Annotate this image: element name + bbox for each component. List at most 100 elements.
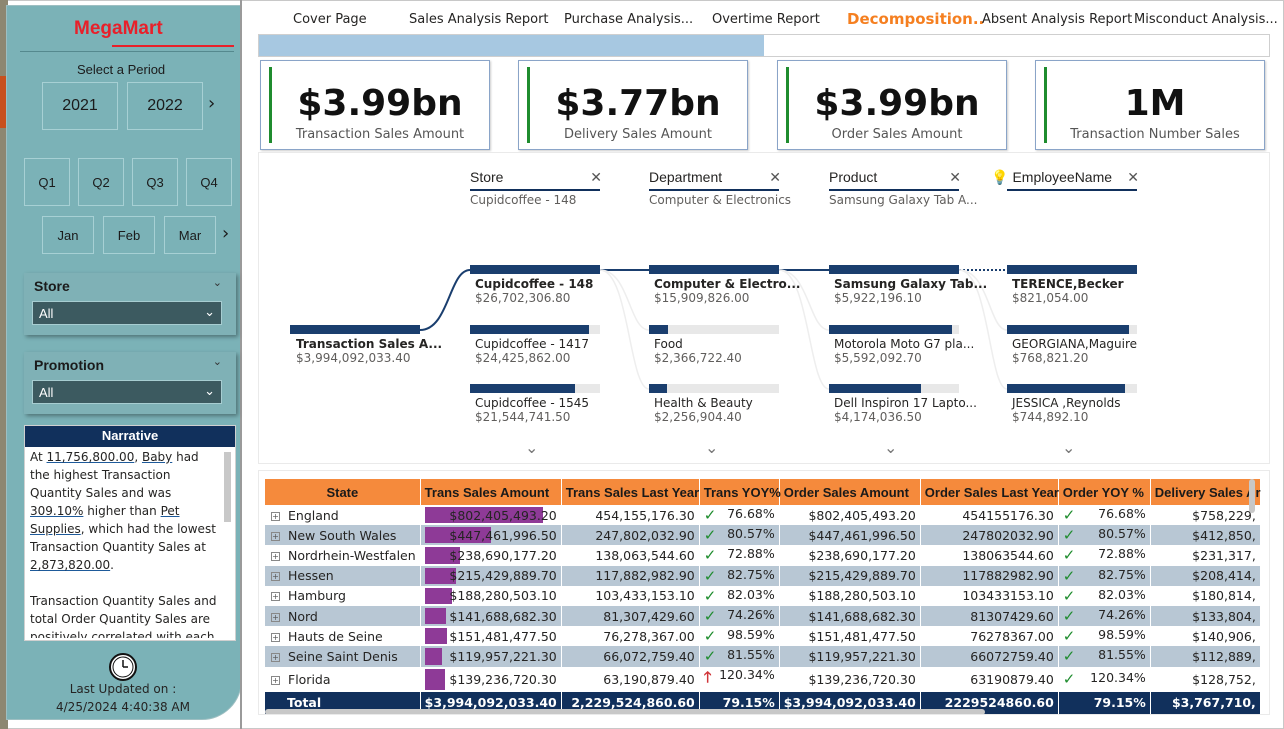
narrative-value[interactable]: 11,756,800.00 — [47, 450, 135, 464]
column-header[interactable]: State — [265, 479, 421, 505]
tree-node-bar[interactable] — [829, 325, 959, 334]
promotion-slicer-collapse-icon[interactable]: ⌄ — [213, 355, 222, 368]
level-header-department[interactable]: Department ✕ — [649, 169, 781, 191]
state-cell[interactable]: + New South Wales — [265, 525, 421, 546]
expand-icon[interactable]: + — [271, 551, 280, 561]
narrative-title: Narrative — [25, 426, 235, 447]
state-cell[interactable]: + Florida — [265, 666, 421, 692]
column-header[interactable]: Trans YOY% — [699, 479, 781, 505]
tab-sales-analysis[interactable]: Sales Analysis Report — [409, 12, 549, 27]
tab-cover-page[interactable]: Cover Page — [293, 12, 367, 27]
tab-absent-analysis[interactable]: Absent Analysis Report — [982, 12, 1132, 27]
tree-node-bar[interactable] — [470, 265, 600, 274]
month-jan-button[interactable]: Jan — [42, 216, 94, 254]
table-row[interactable]: + Seine Saint Denis $119,957,221.30 66,072,… — [265, 646, 1261, 667]
connector-line — [599, 269, 650, 331]
state-cell[interactable]: + England — [265, 505, 421, 526]
table-row[interactable]: + Hamburg $188,280,503.10 103,433,153.10 ✓ 82… — [265, 585, 1261, 606]
narrative-value[interactable]: 309.10% — [30, 504, 83, 518]
table-row[interactable]: + England $802,405,493.20 454,155,176.30 ✓ 76… — [265, 505, 1261, 526]
close-icon[interactable]: ✕ — [1127, 169, 1139, 186]
column-header[interactable]: Order Sales Last Year — [920, 479, 1059, 505]
order-sales-last-year-cell: 454155176.30 — [920, 505, 1059, 526]
narrative-scrollbar[interactable] — [224, 452, 231, 522]
root-node-bar[interactable] — [290, 325, 420, 334]
level-header-employee[interactable]: 💡 EmployeeName ✕ — [991, 169, 1139, 191]
close-icon[interactable]: ✕ — [590, 169, 602, 186]
quarter-q3-button[interactable]: Q3 — [132, 158, 178, 206]
store-slicer-collapse-icon[interactable]: ⌄ — [213, 276, 222, 289]
expand-icon[interactable]: + — [271, 612, 280, 622]
month-mar-button[interactable]: Mar — [164, 216, 216, 254]
column-header[interactable]: Order YOY % — [1058, 479, 1151, 505]
state-cell[interactable]: + Nord — [265, 605, 421, 627]
delivery-sales-cell: $128,752, — [1150, 666, 1261, 692]
narrative-value[interactable]: Baby — [142, 450, 172, 464]
month-next-chevron-icon[interactable]: › — [222, 223, 229, 244]
column-header[interactable]: Trans Sales Last Year — [561, 479, 700, 505]
state-cell[interactable]: + Hamburg — [265, 585, 421, 606]
trans-yoy-value: 82.03% — [727, 586, 775, 602]
close-icon[interactable]: ✕ — [769, 169, 781, 186]
expand-icon[interactable]: + — [271, 592, 280, 602]
state-cell[interactable]: + Seine Saint Denis — [265, 646, 421, 667]
chevron-down-icon[interactable]: ⌄ — [705, 438, 718, 457]
expand-icon[interactable]: + — [271, 572, 280, 582]
state-cell[interactable]: + Hauts de Seine — [265, 626, 421, 647]
expand-icon[interactable]: + — [271, 675, 280, 685]
tab-purchase-analysis[interactable]: Purchase Analysis... — [564, 12, 693, 27]
state-cell[interactable]: + Nordrhein-Westfalen — [265, 545, 421, 566]
trans-sales-value: $447,461,996.50 — [449, 527, 557, 543]
month-feb-button[interactable]: Feb — [103, 216, 155, 254]
tree-node-bar[interactable] — [470, 325, 600, 334]
chevron-down-icon[interactable]: ⌄ — [1062, 438, 1075, 457]
order-sales-last-year-cell: 81307429.60 — [920, 605, 1059, 627]
chevron-down-icon[interactable]: ⌄ — [525, 438, 538, 457]
tree-node-bar[interactable] — [1007, 265, 1137, 274]
year-next-chevron-icon[interactable]: › — [208, 93, 215, 114]
close-icon[interactable]: ✕ — [949, 169, 961, 186]
tree-node-bar[interactable] — [649, 265, 779, 274]
quarter-q4-button[interactable]: Q4 — [186, 158, 232, 206]
check-icon: ✓ — [1062, 627, 1076, 646]
level-header-store[interactable]: Store ✕ — [470, 169, 602, 191]
expand-icon[interactable]: + — [271, 632, 280, 642]
store-dropdown[interactable]: All ⌄ — [32, 301, 222, 325]
vertical-scrollbar[interactable] — [1249, 479, 1255, 513]
year-2022-button[interactable]: 2022 — [127, 82, 203, 130]
table-row[interactable]: + Nord $141,688,682.30 81,307,429.60 ✓ 74.26%… — [265, 605, 1261, 627]
check-icon: ✓ — [1062, 526, 1076, 545]
tree-node-value: $15,909,826.00 — [654, 291, 750, 305]
table-row[interactable]: + Florida $139,236,720.30 63,190,879.40 🡑 120… — [265, 666, 1261, 692]
year-2021-button[interactable]: 2021 — [42, 82, 118, 130]
expand-icon[interactable]: + — [271, 531, 280, 541]
narrative-text[interactable]: At 11,756,800.00, Baby had the highest T… — [30, 448, 222, 638]
state-cell[interactable]: + Hessen — [265, 565, 421, 586]
column-header[interactable]: Trans Sales Amount — [420, 479, 562, 505]
table-row[interactable]: + Hessen $215,429,889.70 117,882,982.90 ✓ 82.… — [265, 565, 1261, 586]
quarter-q1-button[interactable]: Q1 — [24, 158, 70, 206]
tree-node-bar[interactable] — [649, 325, 779, 334]
tab-decomposition[interactable]: Decomposition.. — [847, 10, 984, 28]
column-header[interactable]: Order Sales Amount — [779, 479, 921, 505]
table-row[interactable]: + Hauts de Seine $151,481,477.50 76,278,367… — [265, 626, 1261, 647]
horizontal-scrollbar[interactable] — [265, 709, 985, 714]
level-header-product[interactable]: Product ✕ — [829, 169, 961, 191]
tree-node-bar[interactable] — [829, 265, 959, 274]
tab-misconduct-analysis[interactable]: Misconduct Analysis... — [1134, 12, 1278, 27]
expand-icon[interactable]: + — [271, 511, 280, 521]
promotion-dropdown[interactable]: All ⌄ — [32, 380, 222, 404]
narrative-value[interactable]: 2,873,820.00 — [30, 558, 110, 572]
tree-node-bar[interactable] — [1007, 384, 1137, 393]
tree-node-bar[interactable] — [470, 384, 600, 393]
quarter-q2-button[interactable]: Q2 — [78, 158, 124, 206]
tree-node-bar[interactable] — [1007, 325, 1137, 334]
table-row[interactable]: + Nordrhein-Westfalen $238,690,177.20 138,0… — [265, 545, 1261, 566]
tab-overtime-report[interactable]: Overtime Report — [712, 12, 820, 27]
tree-node-bar[interactable] — [649, 384, 779, 393]
column-header[interactable]: Delivery Sales Ar — [1150, 479, 1261, 505]
table-row[interactable]: + New South Wales $447,461,996.50 247,802,0… — [265, 525, 1261, 546]
tree-node-bar[interactable] — [829, 384, 959, 393]
chevron-down-icon[interactable]: ⌄ — [884, 438, 897, 457]
expand-icon[interactable]: + — [271, 652, 280, 662]
